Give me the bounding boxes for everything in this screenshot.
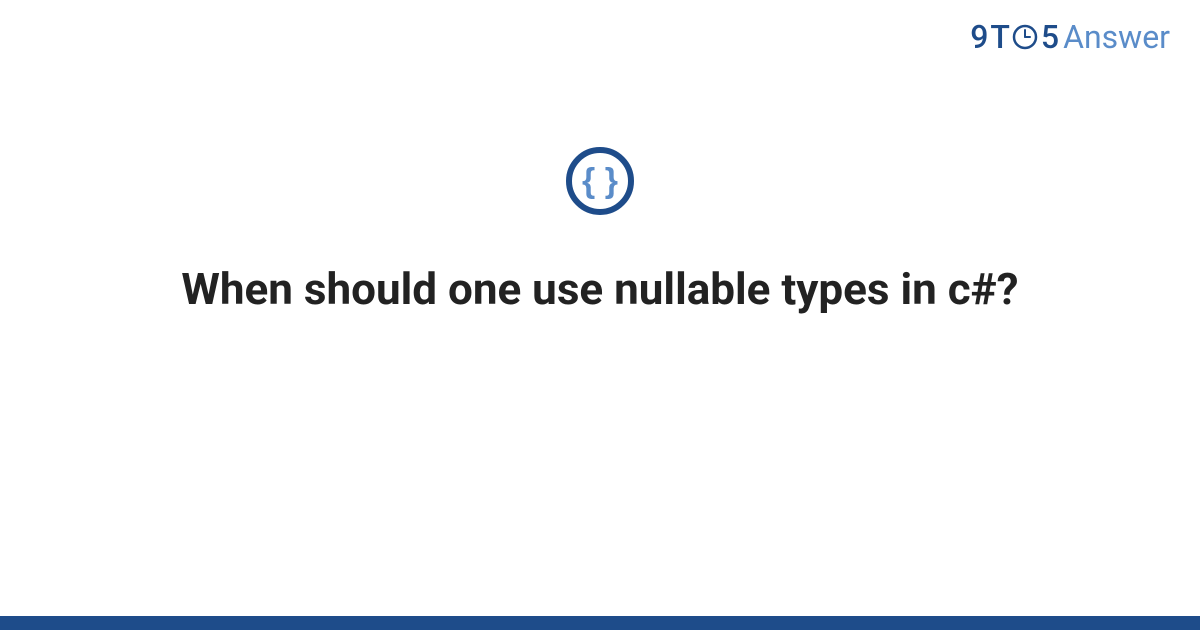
question-title: When should one use nullable types in c#… bbox=[60, 260, 1140, 319]
svg-text:{ }: { } bbox=[582, 162, 618, 200]
clock-icon bbox=[1012, 24, 1038, 50]
brand-answer: Answer bbox=[1063, 18, 1170, 56]
footer-accent-bar bbox=[0, 616, 1200, 630]
code-braces-icon: { } bbox=[564, 145, 636, 221]
site-brand-logo: 9 T 5 Answer bbox=[970, 18, 1170, 56]
brand-nine: 9 bbox=[970, 18, 988, 56]
brand-t: T bbox=[990, 18, 1009, 56]
brand-five: 5 bbox=[1041, 18, 1059, 56]
